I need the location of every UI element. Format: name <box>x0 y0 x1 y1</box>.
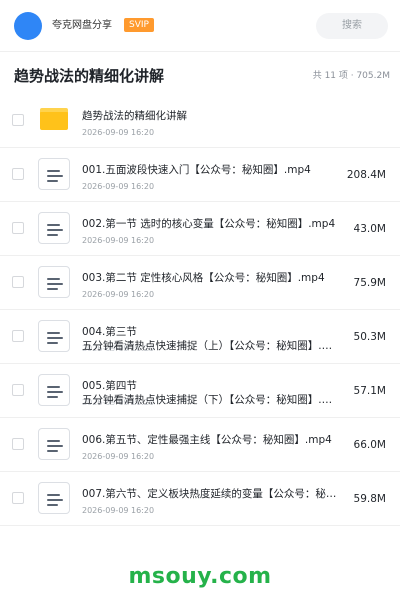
item-name-line2: 五分钟看清热点快速捕捉（下）【公众号：秘知圈】.mp4 <box>82 394 337 406</box>
item-date: 2026-09-09 16:20 <box>82 506 155 515</box>
item-name: 006.第五节、定性最强主线【公众号：秘知圈】.mp4 <box>82 434 332 446</box>
share-title: 夸克网盘分享 <box>52 20 112 31</box>
search-input[interactable]: 搜索 <box>316 13 388 39</box>
item-name: 004.第三节 五分钟看清热点快速捕捉（上）【公众号：秘知圈】.mp4 <box>82 325 337 353</box>
item-name: 007.第六节、定义板块热度延续的变量【公众号：秘知圈】.mp4 <box>82 488 337 500</box>
list-item[interactable]: 006.第五节、定性最强主线【公众号：秘知圈】.mp4 2026-09-09 1… <box>0 418 400 472</box>
document-icon <box>38 266 70 298</box>
document-icon <box>38 428 70 460</box>
item-name: 002.第一节 选时的核心变量【公众号：秘知圈】.mp4 <box>82 218 336 230</box>
list-item[interactable]: 002.第一节 选时的核心变量【公众号：秘知圈】.mp4 2026-09-09 … <box>0 202 400 256</box>
item-size: 75.9M <box>353 277 386 289</box>
item-date: 2026-09-09 16:20 <box>82 236 155 245</box>
list-item[interactable]: 007.第六节、定义板块热度延续的变量【公众号：秘知圈】.mp4 2026-09… <box>0 472 400 526</box>
item-checkbox[interactable] <box>12 168 24 180</box>
document-icon <box>38 374 70 406</box>
item-size: 57.1M <box>353 385 386 397</box>
item-name: 趋势战法的精细化讲解 <box>82 110 187 122</box>
svip-badge: SVIP <box>124 18 154 32</box>
item-checkbox[interactable] <box>12 222 24 234</box>
item-date: 2026-09-09 16:20 <box>82 452 155 461</box>
item-size: 208.4M <box>346 169 386 181</box>
avatar[interactable] <box>14 12 42 40</box>
item-checkbox[interactable] <box>12 276 24 288</box>
watermark: msouy.com <box>128 564 272 589</box>
item-name: 001.五面波段快速入门【公众号：秘知圈】.mp4 <box>82 164 311 176</box>
document-icon <box>38 158 70 190</box>
item-date: 2026-09-09 16:20 <box>82 128 155 137</box>
item-size: 50.3M <box>353 331 386 343</box>
document-icon <box>38 482 70 514</box>
folder-meta: 共 11 项 · 705.2M <box>312 71 390 81</box>
item-checkbox[interactable] <box>12 384 24 396</box>
list-item-folder[interactable]: 趋势战法的精细化讲解 2026-09-09 16:20 <box>0 94 400 148</box>
item-size: 59.8M <box>353 493 386 505</box>
item-size: 66.0M <box>353 439 386 451</box>
item-checkbox[interactable] <box>12 492 24 504</box>
list-item[interactable]: 003.第二节 定性核心风格【公众号：秘知圈】.mp4 2026-09-09 1… <box>0 256 400 310</box>
document-icon <box>38 212 70 244</box>
item-name-line1: 004.第三节 <box>82 326 137 338</box>
item-date: 2026-09-09 16:20 <box>82 290 155 299</box>
folder-icon <box>40 108 68 130</box>
item-name-line1: 005.第四节 <box>82 380 137 392</box>
top-bar: 夸克网盘分享 SVIP 搜索 <box>0 0 400 52</box>
item-checkbox[interactable] <box>12 114 24 126</box>
item-checkbox[interactable] <box>12 438 24 450</box>
item-name-line2: 五分钟看清热点快速捕捉（上）【公众号：秘知圈】.mp4 <box>82 340 337 352</box>
list-item[interactable]: 001.五面波段快速入门【公众号：秘知圈】.mp4 2026-09-09 16:… <box>0 148 400 202</box>
list-item[interactable]: 2026-09-09 16:20 005.第四节 五分钟看清热点快速捕捉（下）【… <box>0 364 400 418</box>
item-size: 43.0M <box>353 223 386 235</box>
share-page: 夸克网盘分享 SVIP 搜索 趋势战法的精细化讲解 共 11 项 · 705.2… <box>0 0 400 600</box>
item-name: 005.第四节 五分钟看清热点快速捕捉（下）【公众号：秘知圈】.mp4 <box>82 379 337 407</box>
list-item[interactable]: 2026-09-09 16:20 004.第三节 五分钟看清热点快速捕捉（上）【… <box>0 310 400 364</box>
item-date: 2026-09-09 16:20 <box>82 182 155 191</box>
item-checkbox[interactable] <box>12 330 24 342</box>
item-name: 003.第二节 定性核心风格【公众号：秘知圈】.mp4 <box>82 272 325 284</box>
folder-title: 趋势战法的精细化讲解 <box>14 67 165 85</box>
document-icon <box>38 320 70 352</box>
file-list: 趋势战法的精细化讲解 2026-09-09 16:20 001.五面波段快速入门… <box>0 94 400 526</box>
